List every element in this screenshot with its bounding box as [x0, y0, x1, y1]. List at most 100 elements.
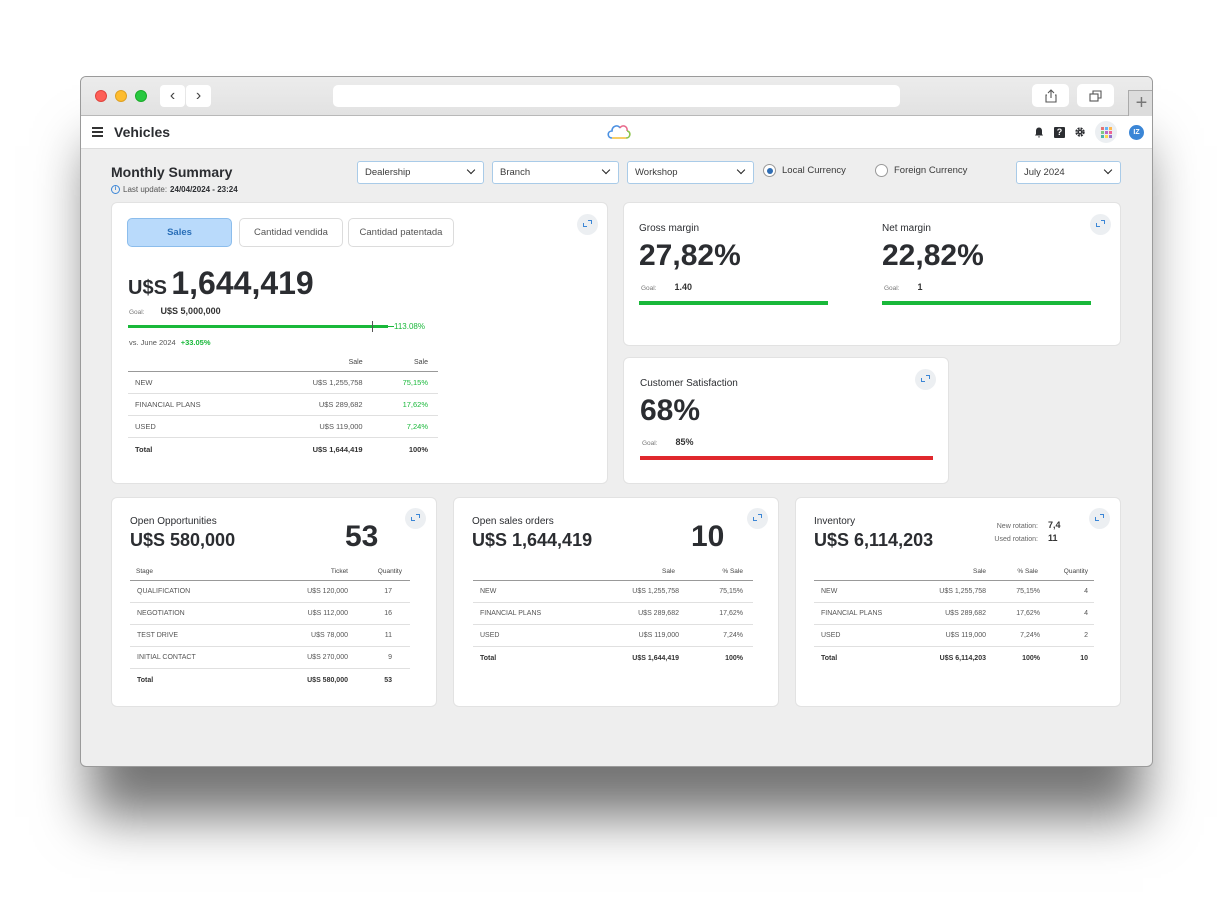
table-row: NEW U$S 1,255,758 75,15%	[128, 371, 438, 394]
expand-icon[interactable]	[1090, 214, 1111, 235]
foreign-currency-radio[interactable]: Foreign Currency	[875, 164, 967, 177]
expand-icon[interactable]	[1089, 508, 1110, 529]
orders-title: Open sales orders	[472, 516, 554, 527]
share-button[interactable]	[1032, 84, 1069, 107]
tabs-icon	[1089, 89, 1102, 102]
table-row: TEST DRIVE U$S 78,000 11	[130, 624, 410, 647]
radio-selected-icon[interactable]	[763, 164, 776, 177]
margins-card: Gross margin 27,82% Goal: 1.40 Net margin…	[623, 202, 1121, 346]
table-row: INITIAL CONTACT U$S 270,000 9	[130, 646, 410, 669]
new-rotation: New rotation: 7,4	[996, 520, 1061, 530]
tab-overview-button[interactable]	[1077, 84, 1114, 107]
table-total-row: Total U$S 580,000 53	[137, 677, 392, 685]
opportunities-amount: U$S 580,000	[130, 530, 236, 550]
last-update: i Last update: 24/04/2024 - 23:24	[111, 185, 238, 194]
page-title: Monthly Summary	[111, 164, 233, 180]
back-button[interactable]: ‹	[160, 85, 185, 107]
table-row: NEW U$S 1,255,758 75,15%	[473, 580, 753, 603]
expand-icon[interactable]	[915, 369, 936, 390]
gross-margin-title: Gross margin	[639, 223, 700, 234]
apps-grid-icon[interactable]	[1095, 121, 1117, 143]
sales-table: Sale Sale NEW U$S 1,255,758 75,15% FINANCI…	[128, 359, 438, 462]
net-margin-bar	[882, 301, 1091, 305]
minimize-window-button[interactable]	[115, 90, 127, 102]
table-row: USED U$S 119,000 7,24%	[128, 415, 438, 438]
orders-amount: U$S 1,644,419	[472, 530, 593, 550]
sales-card: Sales Cantidad vendida Cantidad patentad…	[111, 202, 608, 484]
new-tab-button[interactable]: +	[1128, 90, 1152, 116]
table-total-row: Total U$S 1,644,419 100%	[135, 445, 428, 455]
rotation-stats: New rotation: 7,4 Used rotation: 11	[956, 520, 1066, 546]
sales-amount: U$S 1,644,419	[128, 265, 314, 301]
csat-value: 68%	[640, 394, 701, 427]
table-total-row: Total U$S 1,644,419 100%	[480, 655, 743, 663]
address-bar[interactable]	[333, 85, 900, 107]
forward-button[interactable]: ›	[186, 85, 211, 107]
opportunities-table: Stage Ticket Quantity QUALIFICATION U$S 1…	[130, 568, 410, 693]
csat-title: Customer Satisfaction	[640, 378, 738, 389]
csat-goal: Goal: 85%	[642, 437, 694, 447]
expand-icon[interactable]	[405, 508, 426, 529]
table-row: FINANCIAL PLANS U$S 289,682 17,62%	[473, 602, 753, 625]
chevron-down-icon	[601, 165, 611, 175]
share-icon	[1044, 88, 1057, 103]
gear-icon[interactable]	[1073, 125, 1087, 139]
maximize-window-button[interactable]	[135, 90, 147, 102]
table-row: NEGOTIATION U$S 112,000 16	[130, 602, 410, 625]
month-select[interactable]: July 2024	[1016, 161, 1121, 184]
close-window-button[interactable]	[95, 90, 107, 102]
chevron-right-icon: ›	[195, 87, 202, 104]
info-icon: i	[111, 185, 120, 194]
opportunities-count: 53	[345, 520, 379, 553]
chevron-down-icon	[466, 165, 476, 175]
hamburger-icon[interactable]	[92, 127, 103, 139]
chevron-left-icon: ‹	[169, 87, 176, 104]
radio-unselected-icon[interactable]	[875, 164, 888, 177]
open-opportunities-card: Open Opportunities U$S 580,000 53 Stage …	[111, 497, 437, 707]
chevron-down-icon	[736, 165, 746, 175]
sales-progress-bar	[128, 321, 394, 332]
orders-table: Sale % Sale NEW U$S 1,255,758 75,15% FINAN…	[473, 568, 753, 671]
csat-bar	[640, 456, 933, 460]
chevron-down-icon	[1103, 165, 1113, 175]
table-row: USED U$S 119,000 7,24% 2	[814, 624, 1094, 647]
local-currency-radio[interactable]: Local Currency	[763, 164, 846, 177]
inventory-table: Sale % Sale Quantity NEW U$S 1,255,758 75,…	[814, 568, 1094, 671]
opportunities-title: Open Opportunities	[130, 516, 217, 527]
branch-select[interactable]: Branch	[492, 161, 619, 184]
open-sales-orders-card: Open sales orders U$S 1,644,419 10 Sale …	[453, 497, 779, 707]
inventory-card: Inventory U$S 6,114,203 New rotation: 7,4…	[795, 497, 1121, 707]
cloud-logo	[607, 125, 631, 139]
tab-sales[interactable]: Sales	[127, 218, 232, 247]
expand-icon[interactable]	[747, 508, 768, 529]
workshop-select[interactable]: Workshop	[627, 161, 754, 184]
expand-icon[interactable]	[577, 214, 598, 235]
help-icon[interactable]: ?	[1054, 126, 1065, 138]
inventory-amount: U$S 6,114,203	[814, 530, 934, 550]
net-margin-title: Net margin	[882, 223, 931, 234]
sales-progress-pct: 113.08%	[394, 322, 425, 331]
net-margin-value: 22,82%	[882, 239, 984, 272]
table-row: QUALIFICATION U$S 120,000 17	[130, 580, 410, 603]
app-title: Vehicles	[114, 124, 171, 140]
user-avatar[interactable]: IZ	[1129, 124, 1144, 140]
app-header: Vehicles ? IZ	[81, 116, 1152, 149]
sales-goal: Goal: U$S 5,000,000	[129, 306, 221, 316]
vs-previous: vs. June 2024 +33.05%	[129, 338, 211, 347]
customer-satisfaction-card: Customer Satisfaction 68% Goal: 85%	[623, 357, 949, 484]
goal-marker	[372, 321, 373, 332]
net-margin-goal: Goal: 1	[884, 282, 923, 292]
gross-margin-bar	[639, 301, 828, 305]
bell-icon[interactable]	[1032, 125, 1046, 139]
orders-count: 10	[691, 520, 725, 553]
table-row: USED U$S 119,000 7,24%	[473, 624, 753, 647]
table-row: NEW U$S 1,255,758 75,15% 4	[814, 580, 1094, 603]
browser-titlebar: ‹ › +	[81, 77, 1152, 116]
dashboard-content: Monthly Summary i Last update: 24/04/202…	[81, 149, 1152, 766]
gross-margin-value: 27,82%	[639, 239, 741, 272]
tab-cantidad-vendida[interactable]: Cantidad vendida	[239, 218, 343, 247]
inventory-title: Inventory	[814, 516, 856, 527]
browser-window: ‹ › + Vehicles ? IZ Monthly Summary i La…	[80, 76, 1153, 767]
dealership-select[interactable]: Dealership	[357, 161, 484, 184]
tab-cantidad-patentada[interactable]: Cantidad patentada	[348, 218, 454, 247]
